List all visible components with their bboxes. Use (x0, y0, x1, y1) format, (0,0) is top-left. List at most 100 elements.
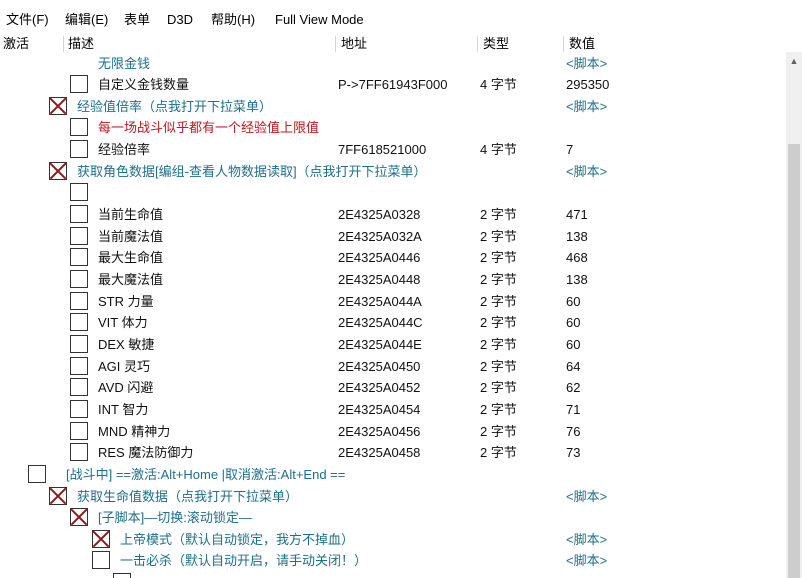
active-checkbox[interactable] (70, 248, 88, 266)
active-checkbox[interactable] (70, 508, 88, 526)
row-description[interactable]: STR 力量 (98, 291, 154, 312)
scroll-thumb[interactable] (788, 144, 800, 578)
table-row[interactable]: 经验倍率 7FF618521000 4 字节 7 (0, 139, 786, 160)
active-checkbox[interactable] (70, 227, 88, 245)
row-value[interactable]: <脚本> (566, 529, 607, 550)
row-address[interactable]: 2E4325A0448 (338, 269, 420, 290)
row-value[interactable]: 138 (566, 269, 588, 290)
row-description[interactable]: 最大生命值 (98, 247, 163, 268)
table-row[interactable]: [战斗中] ==激活:Alt+Home |取消激活:Alt+End == (0, 464, 786, 485)
row-type[interactable]: 2 字节 (480, 291, 517, 312)
row-value[interactable]: 76 (566, 421, 580, 442)
row-type[interactable]: 2 字节 (480, 356, 517, 377)
active-checkbox[interactable] (70, 183, 88, 201)
column-value[interactable]: 数值 (569, 35, 595, 53)
row-description[interactable]: AVD 闪避 (98, 377, 153, 398)
active-checkbox[interactable] (70, 313, 88, 331)
table-row[interactable]: RES 魔法防御力 2E4325A0458 2 字节 73 (0, 442, 786, 463)
row-address[interactable]: 2E4325A0452 (338, 377, 420, 398)
column-address[interactable]: 地址 (341, 35, 367, 53)
active-checkbox[interactable] (70, 357, 88, 375)
active-checkbox[interactable] (70, 378, 88, 396)
active-checkbox[interactable] (70, 400, 88, 418)
row-description[interactable]: DEX 敏捷 (98, 334, 154, 355)
row-address[interactable]: 2E4325A044A (338, 291, 422, 312)
menu-file[interactable]: 文件(F) (6, 11, 49, 29)
menu-full-view-mode[interactable]: Full View Mode (275, 11, 364, 29)
table-row[interactable]: 经验值倍率（点我打开下拉菜单） <脚本> (0, 96, 786, 117)
row-description[interactable]: RES 魔法防御力 (98, 442, 193, 463)
table-row[interactable]: VIT 体力 2E4325A044C 2 字节 60 (0, 312, 786, 333)
row-value[interactable]: <脚本> (566, 96, 607, 117)
row-value[interactable]: 468 (566, 247, 588, 268)
header-divider[interactable] (63, 36, 64, 52)
header-divider[interactable] (563, 36, 564, 52)
row-value[interactable]: 60 (566, 334, 580, 355)
column-type[interactable]: 类型 (483, 35, 509, 53)
row-description[interactable]: 上帝模式（默认自动锁定，我方不掉血） (120, 529, 354, 550)
active-checkbox[interactable] (92, 551, 110, 569)
row-description[interactable]: 一击必杀（默认自动开启，请手动关闭！） (120, 550, 367, 571)
table-row[interactable]: INT 智力 2E4325A0454 2 字节 71 (0, 399, 786, 420)
row-type[interactable]: 2 字节 (480, 226, 517, 247)
table-row[interactable]: 当前魔法值 2E4325A032A 2 字节 138 (0, 226, 786, 247)
row-value[interactable]: 71 (566, 399, 580, 420)
table-row[interactable]: MND 精神力 2E4325A0456 2 字节 76 (0, 421, 786, 442)
row-value[interactable]: <脚本> (566, 161, 607, 182)
table-row[interactable]: 最大生命值 2E4325A0446 2 字节 468 (0, 247, 786, 268)
row-address[interactable]: 2E4325A032A (338, 226, 422, 247)
row-value[interactable]: 60 (566, 291, 580, 312)
row-address[interactable]: P->7FF61943F000 (338, 74, 447, 95)
row-description[interactable]: 获取角色数据[编组-查看人物数据读取]（点我打开下拉菜单） (77, 161, 427, 182)
row-type[interactable]: 2 字节 (480, 377, 517, 398)
row-description[interactable]: 自定义金钱数量 (98, 74, 189, 95)
active-checkbox[interactable] (113, 573, 131, 578)
active-checkbox[interactable] (70, 422, 88, 440)
row-description[interactable]: VIT 体力 (98, 312, 148, 333)
table-row[interactable]: 最大魔法值 2E4325A0448 2 字节 138 (0, 269, 786, 290)
row-value[interactable]: 471 (566, 204, 588, 225)
row-description[interactable]: INT 智力 (98, 399, 148, 420)
row-description[interactable]: 当前生命值 (98, 204, 163, 225)
active-checkbox[interactable] (70, 118, 88, 136)
column-description[interactable]: 描述 (68, 35, 94, 53)
column-active[interactable]: 激活 (3, 35, 29, 53)
active-checkbox[interactable] (49, 162, 67, 180)
row-description[interactable]: [子脚本]—切换:滚动锁定— (98, 507, 252, 528)
row-type[interactable]: 2 字节 (480, 312, 517, 333)
row-description[interactable]: MND 精神力 (98, 421, 170, 442)
table-row[interactable] (0, 572, 786, 578)
scroll-up-arrow-icon[interactable]: ▲ (786, 52, 802, 70)
menu-edit[interactable]: 编辑(E) (65, 11, 108, 29)
row-value[interactable]: 73 (566, 442, 580, 463)
row-description[interactable]: 无限金钱 (98, 53, 150, 74)
row-description[interactable]: 获取生命值数据（点我打开下拉菜单） (77, 486, 298, 507)
active-checkbox[interactable] (70, 75, 88, 93)
row-address[interactable]: 2E4325A0454 (338, 399, 420, 420)
row-type[interactable]: 2 字节 (480, 399, 517, 420)
row-address[interactable]: 2E4325A044C (338, 312, 423, 333)
row-value[interactable]: <脚本> (566, 486, 607, 507)
row-address[interactable]: 2E4325A0458 (338, 442, 420, 463)
menu-d3d[interactable]: D3D (167, 11, 193, 29)
active-checkbox[interactable] (70, 443, 88, 461)
row-address[interactable]: 7FF618521000 (338, 139, 426, 160)
row-description[interactable]: 每一场战斗似乎都有一个经验值上限值 (98, 117, 319, 138)
table-row[interactable]: [子脚本]—切换:滚动锁定— (0, 507, 786, 528)
row-value[interactable]: 62 (566, 377, 580, 398)
row-type[interactable]: 2 字节 (480, 247, 517, 268)
table-row[interactable]: AVD 闪避 2E4325A0452 2 字节 62 (0, 377, 786, 398)
row-type[interactable]: 2 字节 (480, 204, 517, 225)
row-description[interactable]: [战斗中] ==激活:Alt+Home |取消激活:Alt+End == (66, 464, 345, 485)
row-address[interactable]: 2E4325A0446 (338, 247, 420, 268)
row-address[interactable]: 2E4325A0450 (338, 356, 420, 377)
table-row[interactable]: 一击必杀（默认自动开启，请手动关闭！） <脚本> (0, 550, 786, 571)
vertical-scrollbar[interactable]: ▲ (786, 52, 802, 578)
active-checkbox[interactable] (70, 335, 88, 353)
row-address[interactable]: 2E4325A0328 (338, 204, 420, 225)
table-row[interactable]: 获取角色数据[编组-查看人物数据读取]（点我打开下拉菜单） <脚本> (0, 161, 786, 182)
menu-help[interactable]: 帮助(H) (211, 11, 255, 29)
row-description[interactable]: AGI 灵巧 (98, 356, 150, 377)
row-description[interactable]: 经验倍率 (98, 139, 150, 160)
row-value[interactable]: 60 (566, 312, 580, 333)
